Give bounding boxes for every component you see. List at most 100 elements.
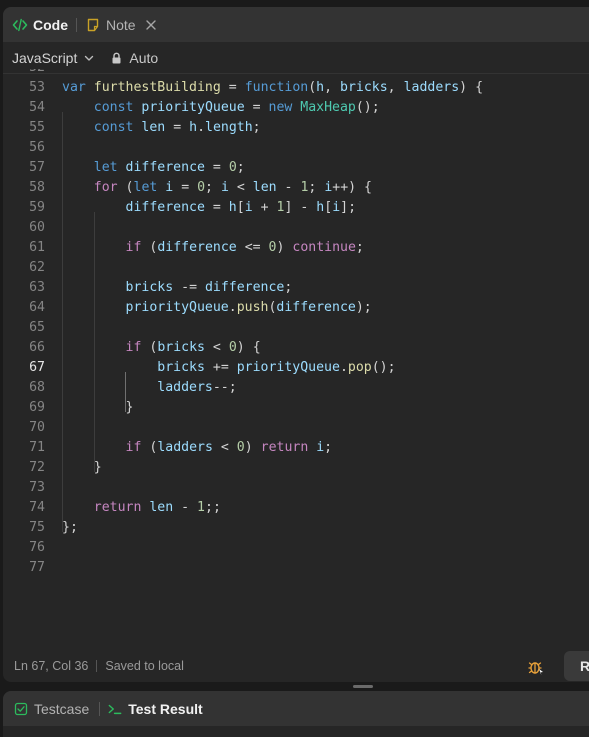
cursor-position: Ln 67, Col 36 [14, 658, 89, 673]
code-icon [12, 17, 28, 33]
line-number: 63 [29, 280, 45, 295]
status-bar: Ln 67, Col 36 Saved to local R [3, 649, 589, 682]
close-icon[interactable] [145, 19, 157, 31]
tab-note[interactable]: Note [79, 7, 163, 42]
terminal-icon [108, 702, 122, 716]
code-text: } [125, 400, 134, 415]
line-number: 70 [29, 420, 45, 435]
line-number: 59 [29, 200, 45, 215]
language-label: JavaScript [12, 49, 78, 66]
console-panel: Testcase Test Result [3, 691, 589, 737]
auto-mode[interactable]: Auto [111, 50, 158, 66]
code-text: const len = h.length; [93, 120, 261, 135]
run-button-label: R [580, 658, 589, 674]
code-line: 66 if (bricks < 0) { [3, 338, 589, 358]
code-text: const priorityQueue = new MaxHeap(); [93, 100, 380, 115]
line-number: 64 [29, 300, 45, 315]
line-number: 71 [29, 440, 45, 455]
code-line: 64 priorityQueue.push(difference); [3, 298, 589, 318]
line-number: 56 [29, 140, 45, 155]
status-divider [96, 659, 98, 672]
editor-tabbar: Code Note [3, 7, 589, 42]
code-text: return len - 1;; [93, 500, 221, 515]
code-line: 65 [3, 318, 589, 338]
tab-code[interactable]: Code [3, 7, 74, 42]
code-line: 63 bricks -= difference; [3, 278, 589, 298]
code-line: 67 bricks += priorityQueue.pop(); [3, 358, 589, 378]
line-number: 65 [29, 320, 45, 335]
code-text: ladders--; [157, 380, 237, 395]
tab-note-label: Note [106, 16, 136, 33]
line-number: 75 [29, 520, 45, 535]
language-select[interactable]: JavaScript [12, 50, 95, 66]
code-text: for (let i = 0; i < len - 1; i++) { [93, 180, 372, 195]
code-line: 76 [3, 538, 589, 558]
tab-code-label: Code [33, 16, 68, 33]
line-number: 52 [3, 69, 45, 78]
code-text: let difference = 0; [93, 160, 245, 175]
console-tabbar: Testcase Test Result [3, 691, 589, 726]
code-text: priorityQueue.push(difference); [125, 300, 372, 315]
code-line: 60 [3, 218, 589, 238]
code-line: 72 } [3, 458, 589, 478]
code-line: 68 ladders--; [3, 378, 589, 398]
code-line: 77 [3, 558, 589, 578]
line-number: 58 [29, 180, 45, 195]
run-button[interactable]: R [564, 651, 589, 681]
line-number: 72 [29, 460, 45, 475]
code-panel: Code Note JavaScript Auto 53 var furthes… [3, 7, 589, 682]
note-icon [85, 17, 101, 33]
code-line: 61 if (difference <= 0) continue; [3, 238, 589, 258]
line-number: 61 [29, 240, 45, 255]
code-line: 71 if (ladders < 0) return i; [3, 438, 589, 458]
code-text: bricks -= difference; [125, 280, 293, 295]
code-text: } [93, 460, 102, 475]
chevron-down-icon [83, 52, 95, 64]
code-line: 53 var furthestBuilding = function(h, bri… [3, 78, 589, 98]
code-line: 74 return len - 1;; [3, 498, 589, 518]
line-number: 69 [29, 400, 45, 415]
code-text: }; [62, 520, 78, 535]
line-number: 57 [29, 160, 45, 175]
tab-separator [76, 17, 77, 32]
code-line: 62 [3, 258, 589, 278]
line-number: 53 [29, 80, 45, 95]
line-number: 55 [29, 120, 45, 135]
code-line: 55 const len = h.length; [3, 118, 589, 138]
line-number: 74 [29, 500, 45, 515]
line-number: 68 [29, 380, 45, 395]
line-number: 73 [29, 480, 45, 495]
line-number: 54 [29, 100, 45, 115]
lock-icon [111, 52, 122, 64]
resize-handle[interactable] [353, 685, 373, 688]
code-line: 73 [3, 478, 589, 498]
code-text: difference = h[i + 1] - h[i]; [125, 200, 357, 215]
checkbox-icon [14, 702, 28, 716]
code-line: 59 difference = h[i + 1] - h[i]; [3, 198, 589, 218]
code-line: 69 } [3, 398, 589, 418]
code-line: 52 [3, 69, 589, 78]
line-number: 76 [29, 540, 45, 555]
line-number: 67 [29, 360, 45, 375]
line-number: 66 [29, 340, 45, 355]
code-text: bricks += priorityQueue.pop(); [157, 360, 396, 375]
code-line: 56 [3, 138, 589, 158]
tab-test-result[interactable]: Test Result [108, 700, 203, 717]
debug-icon[interactable] [528, 659, 544, 675]
tab-testcase-label: Testcase [34, 700, 90, 717]
code-editor[interactable]: 52 53 var furthestBuilding = function(h, b… [3, 69, 589, 649]
code-line: 75}; [3, 518, 589, 538]
code-text: var furthestBuilding = function(h, brick… [62, 80, 484, 95]
line-number: 62 [29, 260, 45, 275]
code-line: 58 for (let i = 0; i < len - 1; i++) { [3, 178, 589, 198]
code-text: if (ladders < 0) return i; [125, 440, 333, 455]
line-number: 77 [29, 560, 45, 575]
tab-test-result-label: Test Result [128, 700, 203, 717]
line-number: 60 [29, 220, 45, 235]
code-line: 54 const priorityQueue = new MaxHeap(); [3, 98, 589, 118]
code-line: 70 [3, 418, 589, 438]
tab-testcase[interactable]: Testcase [14, 701, 89, 717]
code-text: if (bricks < 0) { [125, 340, 261, 355]
auto-mode-label: Auto [129, 49, 159, 66]
save-status: Saved to local [105, 658, 184, 673]
